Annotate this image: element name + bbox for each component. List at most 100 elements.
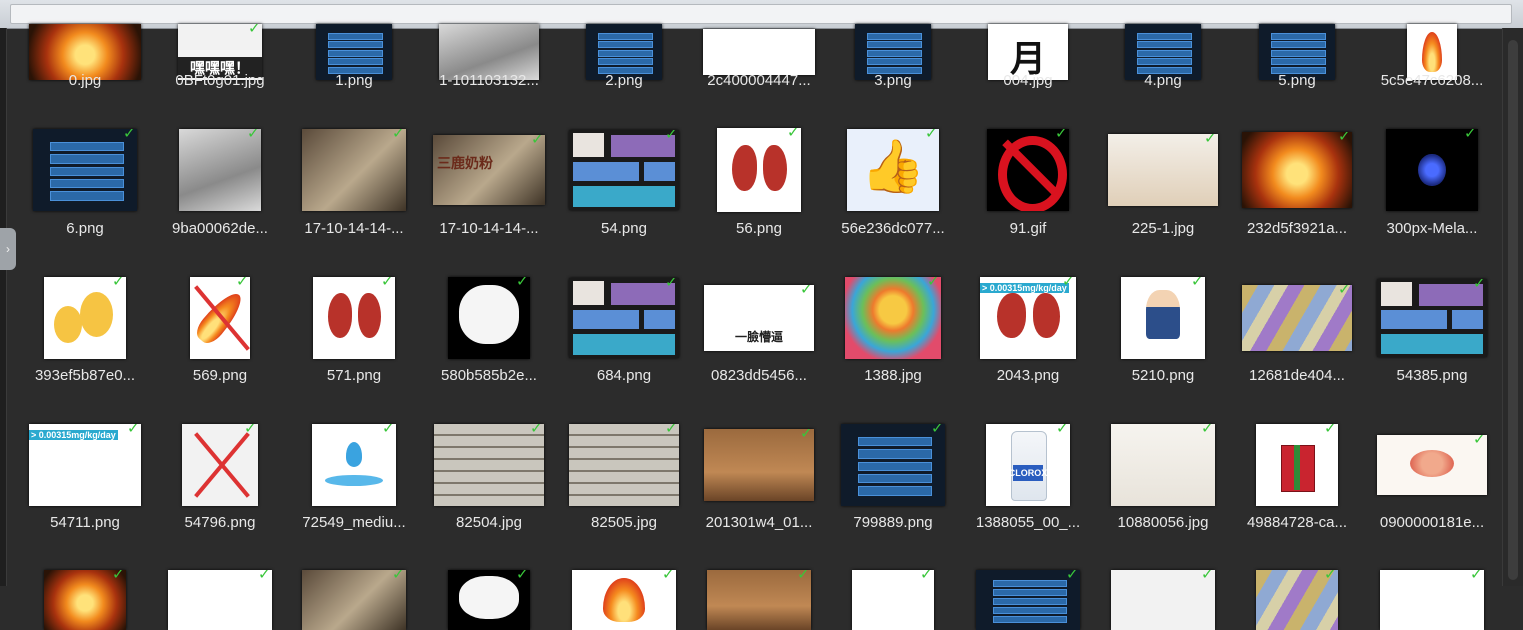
file-name-label[interactable]: 17-10-14-14-... — [422, 220, 556, 237]
thumbnail-image[interactable]: ✓ — [448, 277, 530, 359]
thumbnail-image[interactable]: ✓ — [987, 129, 1069, 211]
thumbnail-image[interactable]: ✓ — [179, 129, 261, 211]
file-name-label[interactable]: 2043.png — [961, 367, 1095, 384]
thumbnail-image[interactable]: ✓ — [44, 570, 126, 630]
file-name-label[interactable]: 2c400004447... — [692, 72, 826, 89]
thumbnail-image[interactable]: ✓ — [190, 277, 250, 359]
file-name-label[interactable]: 571.png — [287, 367, 421, 384]
thumbnail-image[interactable]: ✓ — [569, 278, 679, 358]
scrollbar-thumb[interactable] — [1508, 40, 1518, 580]
thumbnail-image[interactable]: ✓ — [1111, 570, 1215, 630]
file-name-label[interactable]: 54796.png — [153, 514, 287, 531]
checkmark-icon: ✓ — [123, 129, 136, 142]
file-name-label[interactable]: 1-101103132... — [422, 72, 556, 89]
thumbnail-image[interactable]: ✓ — [1121, 277, 1205, 359]
thumbnail-image[interactable]: CLOROX ✓ — [986, 424, 1070, 506]
file-name-label[interactable]: 0BFt0g01.jpg — [153, 72, 287, 89]
thumbnail-image[interactable]: ✓ — [168, 570, 272, 630]
thumbnail-image[interactable]: ✓ — [44, 277, 126, 359]
checkmark-icon: ✓ — [392, 129, 405, 142]
file-name-label[interactable]: 225-1.jpg — [1096, 220, 1230, 237]
file-name-label[interactable]: 004.jpg — [961, 72, 1095, 89]
file-name-label[interactable]: 82505.jpg — [557, 514, 691, 531]
thumbnail-image[interactable]: 三鹿奶粉 ✓ — [433, 135, 545, 205]
thumbnail-image[interactable]: ✓ — [448, 570, 530, 630]
thumbnail-image[interactable]: ✓ — [33, 129, 137, 211]
file-name-label[interactable]: 5210.png — [1096, 367, 1230, 384]
file-name-label[interactable]: 56.png — [692, 220, 826, 237]
thumbnail-image[interactable]: 一臉懵逼 ✓ — [704, 285, 814, 351]
file-name-label[interactable]: 17-10-14-14-... — [287, 220, 421, 237]
file-name-label[interactable]: 10880056.jpg — [1096, 514, 1230, 531]
file-name-label[interactable]: 201301w4_01... — [692, 514, 826, 531]
thumbnail-image[interactable]: ✓ — [312, 424, 396, 506]
thumbnail-image[interactable]: ✓ — [182, 424, 258, 506]
file-name-label[interactable]: 82504.jpg — [422, 514, 556, 531]
file-name-label[interactable]: 1388.jpg — [826, 367, 960, 384]
file-name-label[interactable]: 6.png — [18, 220, 152, 237]
thumbnail-image[interactable]: ✓ — [1108, 134, 1218, 206]
thumbnail-image[interactable]: ✓ — [1377, 435, 1487, 495]
file-name-label[interactable]: 5c5e47c6208... — [1365, 72, 1499, 89]
thumbnail-image[interactable]: ✓ — [852, 570, 934, 630]
thumbnail-image[interactable]: ✓ — [302, 570, 406, 630]
file-name-label[interactable]: 0900000181e... — [1365, 514, 1499, 531]
file-name-label[interactable]: 91.gif — [961, 220, 1095, 237]
checkmark-icon: ✓ — [1201, 424, 1214, 437]
checkmark-icon: ✓ — [236, 277, 249, 290]
file-name-label[interactable]: 54385.png — [1365, 367, 1499, 384]
thumbnail-caption: 一臉懵逼 — [734, 330, 783, 344]
thumbnail-image[interactable]: ✓ — [841, 424, 945, 506]
file-name-label[interactable]: 569.png — [153, 367, 287, 384]
file-name-label[interactable]: 0823dd5456... — [692, 367, 826, 384]
thumbnail-image[interactable]: ✓ — [302, 129, 406, 211]
file-name-label[interactable]: 49884728-ca... — [1230, 514, 1364, 531]
thumbnail-image[interactable]: ✓ — [1242, 132, 1352, 208]
file-name-label[interactable]: 0.jpg — [18, 72, 152, 89]
thumbnail-image[interactable]: ✓ — [1377, 279, 1487, 357]
thumbnail-image[interactable]: ✓ — [313, 277, 395, 359]
checkmark-icon: ✓ — [925, 129, 938, 142]
thumbnail-image[interactable]: ✓ — [434, 424, 544, 506]
checkmark-icon: ✓ — [258, 570, 271, 583]
file-name-label[interactable]: 4.png — [1096, 72, 1230, 89]
thumbnail-image[interactable]: ✓ — [1256, 570, 1338, 630]
file-name-label[interactable]: 54711.png — [18, 514, 152, 531]
file-name-label[interactable]: 300px-Mela... — [1365, 220, 1499, 237]
file-name-label[interactable]: 9ba00062de... — [153, 220, 287, 237]
file-name-label[interactable]: 56e236dc077... — [826, 220, 960, 237]
panel-collapse-handle[interactable]: › — [0, 228, 16, 270]
file-name-label[interactable]: 12681de404... — [1230, 367, 1364, 384]
thumbnail-image[interactable] — [703, 29, 815, 75]
file-name-label[interactable]: 2.png — [557, 72, 691, 89]
thumbnail-image[interactable]: ✓ — [1256, 424, 1338, 506]
thumbnail-image[interactable]: ✓ — [1242, 285, 1352, 351]
file-name-label[interactable]: 1.png — [287, 72, 421, 89]
thumbnail-image[interactable]: ✓ — [569, 130, 679, 210]
file-name-label[interactable]: 1388055_00_... — [961, 514, 1095, 531]
thumbnail-image[interactable]: ✓ — [845, 277, 941, 359]
file-name-label[interactable]: 5.png — [1230, 72, 1364, 89]
thumbnail-image[interactable]: > 0.00315mg/kg/day ✓ — [29, 424, 141, 506]
checkmark-icon: ✓ — [1324, 424, 1337, 437]
thumbnail-image[interactable]: ✓ — [707, 570, 811, 630]
file-name-label[interactable]: 232d5f3921a... — [1230, 220, 1364, 237]
thumbnail-image[interactable]: ✓ — [704, 429, 814, 501]
file-name-label[interactable]: 72549_mediu... — [287, 514, 421, 531]
file-name-label[interactable]: 684.png — [557, 367, 691, 384]
file-name-label[interactable]: 799889.png — [826, 514, 960, 531]
thumbnail-image[interactable]: ✓ — [717, 128, 801, 212]
file-name-label[interactable]: 393ef5b87e0... — [18, 367, 152, 384]
thumbnail-image[interactable]: ✓ — [1386, 129, 1478, 211]
thumbnail-image[interactable]: ✓ — [1380, 570, 1484, 630]
thumbnail-image[interactable]: ✓ — [569, 424, 679, 506]
thumbnail-image[interactable]: ✓ — [572, 570, 676, 630]
thumbnail-image[interactable]: ✓ — [976, 570, 1080, 630]
thumbnail-image[interactable]: ✓ — [847, 129, 939, 211]
file-name-label[interactable]: 54.png — [557, 220, 691, 237]
vertical-scrollbar[interactable] — [1502, 28, 1523, 586]
file-name-label[interactable]: 3.png — [826, 72, 960, 89]
file-name-label[interactable]: 580b585b2e... — [422, 367, 556, 384]
thumbnail-image[interactable]: > 0.00315mg/kg/day ✓ — [980, 277, 1076, 359]
thumbnail-image[interactable]: ✓ — [1111, 424, 1215, 506]
